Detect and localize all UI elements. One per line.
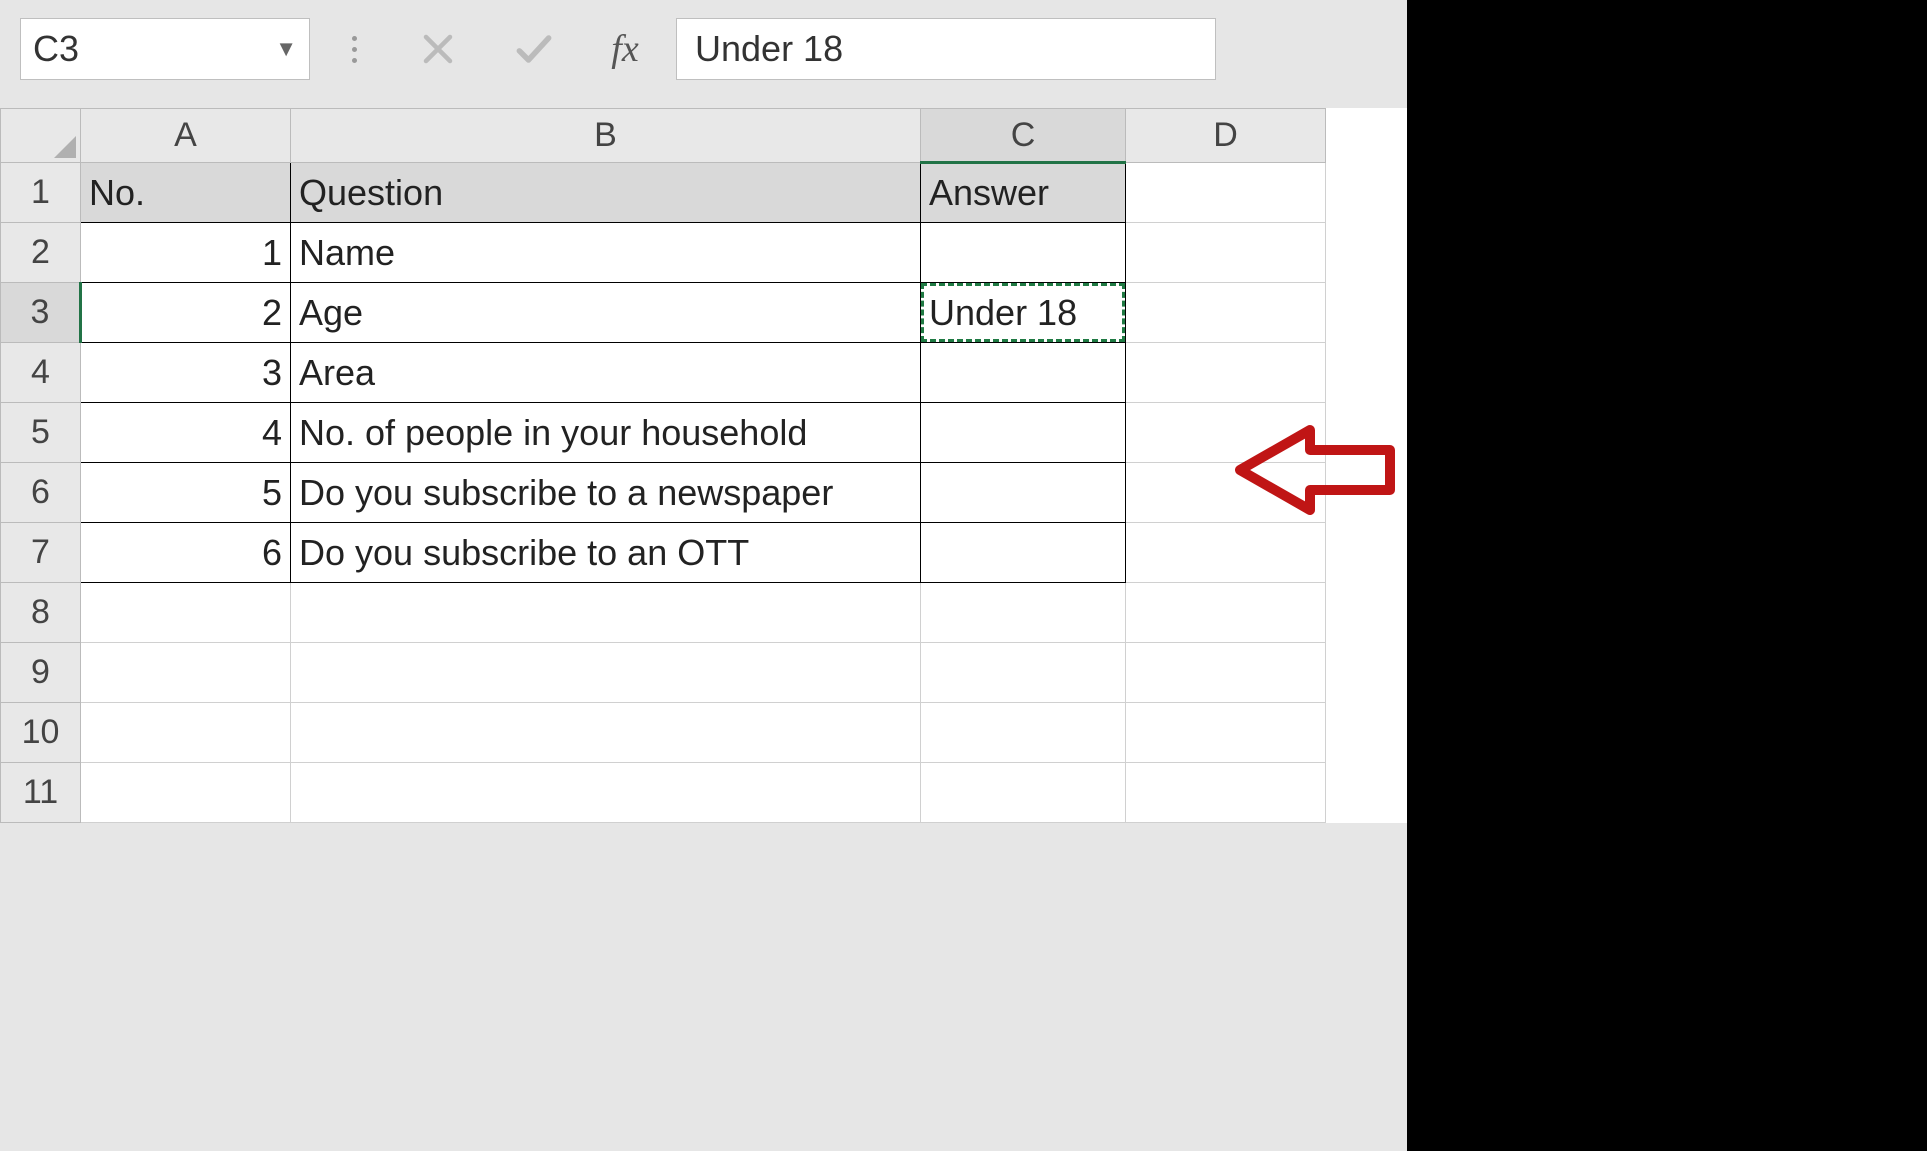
cell-B6[interactable]: Do you subscribe to a newspaper — [291, 463, 921, 523]
spreadsheet-grid[interactable]: A B C D 1 No. Question Answer 2 1 Name 3… — [0, 108, 1326, 823]
cell-B10[interactable] — [291, 703, 921, 763]
select-all-corner[interactable] — [1, 109, 81, 163]
cell-D7[interactable] — [1126, 523, 1326, 583]
cell-B11[interactable] — [291, 763, 921, 823]
col-header-A[interactable]: A — [81, 109, 291, 163]
col-header-D[interactable]: D — [1126, 109, 1326, 163]
cell-D2[interactable] — [1126, 223, 1326, 283]
row-header-2[interactable]: 2 — [1, 223, 81, 283]
cell-C3-value: Under 18 — [929, 292, 1077, 333]
cell-C2[interactable] — [921, 223, 1126, 283]
row-header-10[interactable]: 10 — [1, 703, 81, 763]
name-box-dropdown-icon[interactable]: ▼ — [275, 36, 297, 62]
cell-A1[interactable]: No. — [81, 163, 291, 223]
formula-value: Under 18 — [695, 28, 843, 70]
cell-A3[interactable]: 2 — [81, 283, 291, 343]
cell-A10[interactable] — [81, 703, 291, 763]
cell-B9[interactable] — [291, 643, 921, 703]
cell-D1[interactable] — [1126, 163, 1326, 223]
cell-C6[interactable] — [921, 463, 1126, 523]
cell-C1[interactable]: Answer — [921, 163, 1126, 223]
col-header-C[interactable]: C — [921, 109, 1126, 163]
formula-bar-divider — [336, 29, 372, 69]
cancel-entry-button[interactable] — [398, 20, 478, 78]
cell-B8[interactable] — [291, 583, 921, 643]
cell-A9[interactable] — [81, 643, 291, 703]
close-icon — [420, 31, 456, 67]
cell-C10[interactable] — [921, 703, 1126, 763]
cell-C8[interactable] — [921, 583, 1126, 643]
cell-B1[interactable]: Question — [291, 163, 921, 223]
row-header-3[interactable]: 3 — [1, 283, 81, 343]
cell-D10[interactable] — [1126, 703, 1326, 763]
cell-B2[interactable]: Name — [291, 223, 921, 283]
cell-B4[interactable]: Area — [291, 343, 921, 403]
row-header-9[interactable]: 9 — [1, 643, 81, 703]
row-header-4[interactable]: 4 — [1, 343, 81, 403]
cell-C7[interactable] — [921, 523, 1126, 583]
cell-D3[interactable] — [1126, 283, 1326, 343]
right-black-mask — [1407, 0, 1927, 1151]
cell-D6[interactable] — [1126, 463, 1326, 523]
name-box[interactable]: C3 ▼ — [20, 18, 310, 80]
row-header-11[interactable]: 11 — [1, 763, 81, 823]
cell-B3[interactable]: Age — [291, 283, 921, 343]
row-header-6[interactable]: 6 — [1, 463, 81, 523]
cell-C9[interactable] — [921, 643, 1126, 703]
cell-C4[interactable] — [921, 343, 1126, 403]
cell-D5[interactable] — [1126, 403, 1326, 463]
cell-B7[interactable]: Do you subscribe to an OTT — [291, 523, 921, 583]
confirm-entry-button[interactable] — [494, 20, 574, 78]
row-header-1[interactable]: 1 — [1, 163, 81, 223]
row-header-5[interactable]: 5 — [1, 403, 81, 463]
cell-C5[interactable] — [921, 403, 1126, 463]
cell-A2[interactable]: 1 — [81, 223, 291, 283]
cell-A6[interactable]: 5 — [81, 463, 291, 523]
cell-C11[interactable] — [921, 763, 1126, 823]
cell-D8[interactable] — [1126, 583, 1326, 643]
cell-A8[interactable] — [81, 583, 291, 643]
insert-function-button[interactable]: fx — [590, 20, 660, 78]
cell-B5[interactable]: No. of people in your household — [291, 403, 921, 463]
cell-D9[interactable] — [1126, 643, 1326, 703]
check-icon — [512, 27, 556, 71]
cell-A5[interactable]: 4 — [81, 403, 291, 463]
cell-A4[interactable]: 3 — [81, 343, 291, 403]
row-header-7[interactable]: 7 — [1, 523, 81, 583]
cell-A11[interactable] — [81, 763, 291, 823]
formula-input[interactable]: Under 18 — [676, 18, 1216, 80]
cell-D11[interactable] — [1126, 763, 1326, 823]
cell-reference: C3 — [33, 28, 79, 70]
fx-label: fx — [611, 27, 638, 71]
cell-D4[interactable] — [1126, 343, 1326, 403]
col-header-B[interactable]: B — [291, 109, 921, 163]
row-header-8[interactable]: 8 — [1, 583, 81, 643]
cell-A7[interactable]: 6 — [81, 523, 291, 583]
cell-C3[interactable]: Under 18 ▼ — [921, 283, 1126, 343]
